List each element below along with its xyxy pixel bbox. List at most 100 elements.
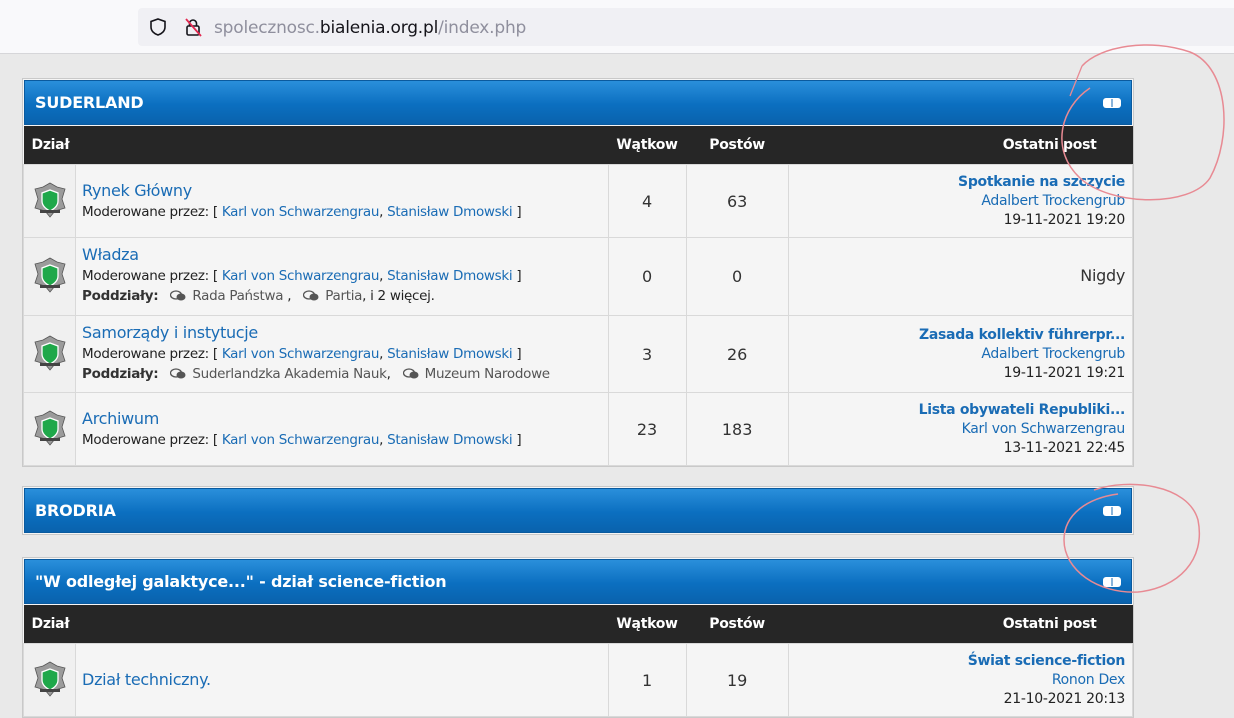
post-count: 19 <box>685 643 789 717</box>
post-count: 26 <box>685 315 789 393</box>
last-post-date: 19-11-2021 19:21 <box>1003 364 1126 381</box>
last-post-author[interactable]: Adalbert Trockengrub <box>981 346 1125 362</box>
moderated-label: Moderowane przez: <box>82 345 209 362</box>
forum-emblem-icon <box>22 643 77 717</box>
chat-bubbles-icon <box>402 366 419 386</box>
forum-cell: Dział techniczny. <box>75 643 609 717</box>
last-post-cell: Nigdy <box>787 237 1134 316</box>
forum-emblem-icon <box>22 237 77 316</box>
forum-link[interactable]: Władza <box>82 245 139 264</box>
last-post-cell: Świat science-fiction Ronon Dex 21-10-20… <box>787 643 1134 717</box>
collapse-icon[interactable] <box>1103 98 1121 108</box>
moderated-label: Moderowane przez: <box>82 203 209 220</box>
chat-bubbles-icon <box>170 366 186 386</box>
collapse-icon[interactable] <box>1103 577 1121 587</box>
post-count: 0 <box>685 237 789 316</box>
forum-link[interactable]: Archiwum <box>82 409 159 428</box>
moderator-link[interactable]: Karl von Schwarzengrau <box>222 432 380 448</box>
last-post-cell: Lista obywateli Republiki... Karl von Sc… <box>787 392 1134 466</box>
last-post-date: 19-11-2021 19:20 <box>1003 211 1126 228</box>
category-brodria: BRODRIA <box>22 486 1134 535</box>
last-post-link[interactable]: Lista obywateli Republiki... <box>919 402 1126 418</box>
subforum-link[interactable]: Muzeum Narodowe <box>425 366 550 382</box>
last-post-link[interactable]: Zasada kollektiv führerpr... <box>919 327 1125 343</box>
subforum-link[interactable]: Rada Państwa <box>192 288 283 304</box>
forum-table: Dział Wątkow Postów Ostatni post Dział t… <box>22 605 1134 717</box>
column-header-forum: Dział <box>23 126 609 165</box>
chat-bubbles-icon <box>170 288 186 308</box>
last-post-link[interactable]: Spotkanie na szczycie <box>958 174 1125 190</box>
moderator-link[interactable]: Karl von Schwarzengrau <box>222 268 380 284</box>
category-header: "W odległej galaktyce..." - dział scienc… <box>24 559 1132 604</box>
moderated-label: Moderowane przez: <box>82 431 209 448</box>
subforum-link[interactable]: Partia <box>325 288 362 304</box>
category-title[interactable]: "W odległej galaktyce..." - dział scienc… <box>35 572 447 591</box>
table-row: Władza Moderowane przez: [ Karl von Schw… <box>22 237 1134 316</box>
forum-cell: Władza Moderowane przez: [ Karl von Schw… <box>75 237 609 316</box>
last-post-link[interactable]: Świat science-fiction <box>968 653 1126 669</box>
table-row: Samorządy i instytucje Moderowane przez:… <box>22 315 1134 393</box>
moderator-link[interactable]: Stanisław Dmowski <box>387 432 513 448</box>
table-header-row: Dział Wątkow Postów Ostatni post <box>23 126 1133 165</box>
table-row: Rynek Główny Moderowane przez: [ Karl vo… <box>22 164 1134 238</box>
topic-count: 3 <box>607 315 687 393</box>
forum-cell: Samorządy i instytucje Moderowane przez:… <box>75 315 609 393</box>
forum-emblem-icon <box>22 392 77 466</box>
topic-count: 0 <box>607 237 687 316</box>
post-count: 63 <box>685 164 789 238</box>
category-science-fiction: "W odległej galaktyce..." - dział scienc… <box>22 557 1134 718</box>
moderator-link[interactable]: Stanisław Dmowski <box>387 268 513 284</box>
topic-count: 23 <box>607 392 687 466</box>
subforums-more[interactable]: , i 2 więcej. <box>362 288 435 304</box>
topic-count: 4 <box>607 164 687 238</box>
chat-bubbles-icon <box>303 288 319 308</box>
url-bar[interactable]: spolecznosc.bialenia.org.pl/index.php <box>138 8 1234 46</box>
moderator-link[interactable]: Karl von Schwarzengrau <box>222 204 380 220</box>
collapse-icon[interactable] <box>1103 506 1121 516</box>
topic-count: 1 <box>607 643 687 717</box>
subforums-label: Poddziały: <box>82 365 159 382</box>
last-post-date: 13-11-2021 22:45 <box>1003 439 1126 456</box>
no-posts-label: Nigdy <box>1080 266 1125 285</box>
moderated-label: Moderowane przez: <box>82 268 209 284</box>
last-post-author[interactable]: Ronon Dex <box>1052 672 1125 688</box>
lock-slash-icon[interactable] <box>183 17 203 40</box>
moderator-link[interactable]: Karl von Schwarzengrau <box>222 346 380 362</box>
moderator-link[interactable]: Stanisław Dmowski <box>387 204 513 220</box>
last-post-cell: Spotkanie na szczycie Adalbert Trockengr… <box>787 164 1134 238</box>
forum-emblem-icon <box>22 315 77 393</box>
url-text[interactable]: spolecznosc.bialenia.org.pl/index.php <box>214 18 526 38</box>
forum-cell: Rynek Główny Moderowane przez: [ Karl vo… <box>75 164 609 238</box>
column-header-posts: Postów <box>686 126 789 165</box>
table-row: Archiwum Moderowane przez: [ Karl von Sc… <box>22 392 1134 466</box>
forum-emblem-icon <box>22 164 77 238</box>
column-header-last-post: Ostatni post <box>788 605 1133 644</box>
subforum-link[interactable]: Suderlandzka Akademia Nauk <box>192 366 387 382</box>
forum-cell: Archiwum Moderowane przez: [ Karl von Sc… <box>75 392 609 466</box>
last-post-author[interactable]: Adalbert Trockengrub <box>981 193 1125 209</box>
table-row: Dział techniczny. 1 19 Świat science-fic… <box>22 643 1134 717</box>
category-title[interactable]: SUDERLAND <box>35 93 144 112</box>
category-header: BRODRIA <box>24 488 1132 533</box>
column-header-last-post: Ostatni post <box>788 126 1133 165</box>
forum-link[interactable]: Rynek Główny <box>82 181 192 200</box>
category-title[interactable]: BRODRIA <box>35 501 116 520</box>
forum-link[interactable]: Samorządy i instytucje <box>82 323 258 342</box>
browser-toolbar: spolecznosc.bialenia.org.pl/index.php <box>0 0 1234 54</box>
column-header-topics: Wątkow <box>608 605 687 644</box>
category-suderland: SUDERLAND Dział Wątkow Postów Ostatni po… <box>22 78 1134 467</box>
subforums-label: Poddziały: <box>82 288 159 304</box>
forum-table: Dział Wątkow Postów Ostatni post Rynek G… <box>22 126 1134 466</box>
column-header-posts: Postów <box>686 605 789 644</box>
last-post-cell: Zasada kollektiv führerpr... Adalbert Tr… <box>787 315 1134 393</box>
column-header-forum: Dział <box>23 605 609 644</box>
moderator-link[interactable]: Stanisław Dmowski <box>387 346 513 362</box>
last-post-date: 21-10-2021 20:13 <box>1003 690 1126 707</box>
forum-link[interactable]: Dział techniczny. <box>82 670 211 689</box>
column-header-topics: Wątkow <box>608 126 687 165</box>
shield-icon[interactable] <box>148 17 168 40</box>
table-header-row: Dział Wątkow Postów Ostatni post <box>23 605 1133 644</box>
category-header: SUDERLAND <box>24 80 1132 125</box>
post-count: 183 <box>685 392 789 466</box>
last-post-author[interactable]: Karl von Schwarzengrau <box>962 421 1126 437</box>
